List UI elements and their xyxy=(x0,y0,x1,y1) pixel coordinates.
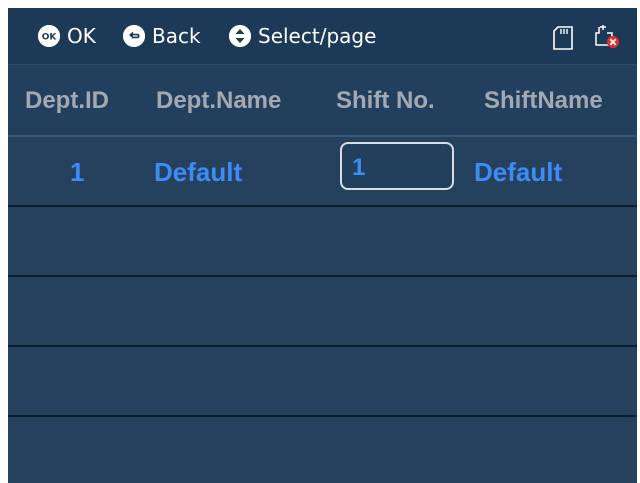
top-bar: OK OK Back Select/page xyxy=(8,8,637,65)
ok-icon: OK xyxy=(38,25,60,47)
shift-name-cell: Default xyxy=(474,157,563,187)
table-row-empty[interactable] xyxy=(8,277,637,347)
usb-disconnected-icon xyxy=(595,25,619,48)
table-row[interactable]: 1 Default 1 Default xyxy=(8,137,637,207)
back-arrow-icon xyxy=(123,25,145,47)
column-header-dept-id: Dept.ID xyxy=(25,87,109,114)
select-page-hint[interactable]: Select/page xyxy=(229,24,376,48)
dept-id-cell: 1 xyxy=(70,157,85,187)
back-label: Back xyxy=(152,24,201,48)
dept-name-cell: Default xyxy=(154,157,243,187)
sd-card-icon xyxy=(553,26,573,50)
shift-no-input[interactable]: 1 xyxy=(340,142,454,190)
back-hint[interactable]: Back xyxy=(123,24,201,48)
table-row-empty[interactable] xyxy=(8,417,637,483)
table-row-empty[interactable] xyxy=(8,207,637,277)
column-header-shift-name: ShiftName xyxy=(484,87,603,114)
table-row-empty[interactable] xyxy=(8,347,637,417)
ok-label: OK xyxy=(67,24,96,48)
column-header-shift-no: Shift No. xyxy=(336,87,435,114)
column-header-dept-name: Dept.Name xyxy=(156,87,282,114)
shift-no-value: 1 xyxy=(352,154,366,181)
svg-text:OK: OK xyxy=(42,33,58,43)
ok-hint[interactable]: OK OK xyxy=(38,24,96,48)
select-page-label: Select/page xyxy=(258,24,377,48)
up-down-arrow-icon xyxy=(229,25,251,47)
screen: OK OK Back Select/page Dept.ID Dept.Name… xyxy=(8,8,637,483)
table-header: Dept.ID Dept.Name Shift No. ShiftName xyxy=(8,65,637,137)
